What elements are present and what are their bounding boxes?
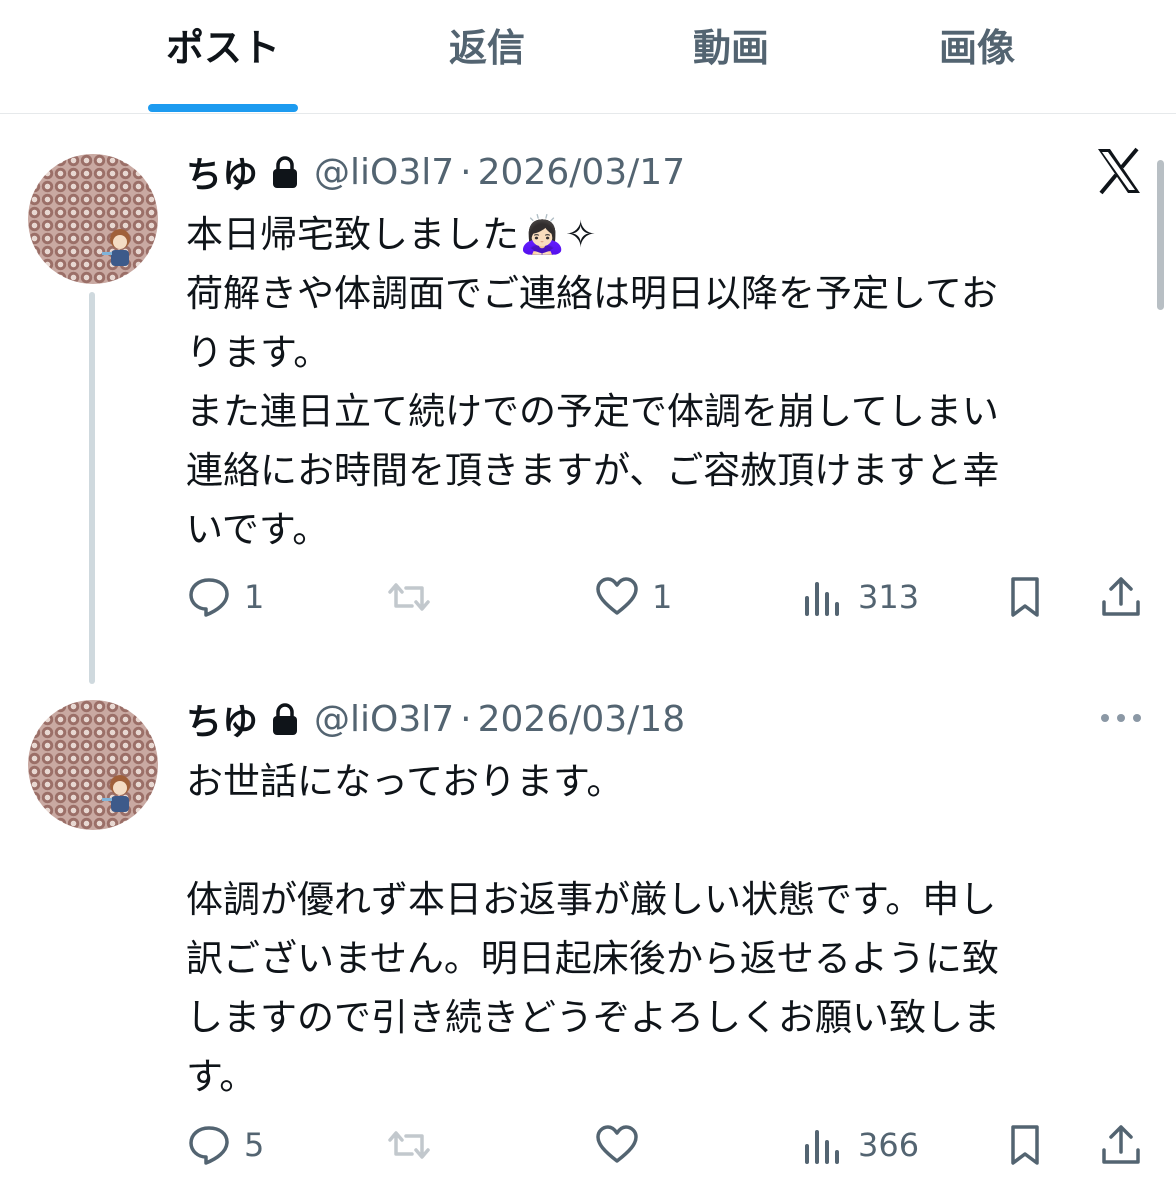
- repost-icon: [388, 1131, 430, 1159]
- avatar[interactable]: [28, 700, 158, 830]
- post-header: ちゆ @liO3l7 · 2026/03/18: [186, 694, 685, 744]
- views-button[interactable]: 313: [800, 572, 919, 622]
- reply-button[interactable]: 5: [186, 1120, 264, 1170]
- avatar[interactable]: [28, 154, 158, 284]
- repost-button[interactable]: [386, 572, 432, 622]
- x-logo-icon: [1098, 147, 1140, 195]
- like-count: 1: [652, 578, 673, 616]
- more-icon[interactable]: [1098, 706, 1144, 730]
- post-text: お世話になっております。 体調が優れず本日お返事が厳しい状態です。申し 訳ござい…: [186, 760, 1000, 1098]
- bookmark-icon: [1011, 1125, 1039, 1165]
- reply-count: 1: [244, 578, 265, 616]
- thread-connector-line: [89, 292, 95, 684]
- reply-button[interactable]: 1: [186, 572, 264, 622]
- repost-icon: [388, 583, 430, 611]
- share-icon: [1102, 577, 1140, 616]
- avatar-character-icon: [102, 775, 130, 812]
- view-count: 313: [858, 578, 920, 616]
- post-header: ちゆ @liO3l7 · 2026/03/17: [186, 147, 685, 197]
- like-button[interactable]: 1: [594, 572, 672, 622]
- lock-icon: [273, 156, 298, 188]
- views-icon: [805, 582, 839, 616]
- avatar-character-icon: [102, 229, 130, 266]
- reply-icon: [189, 1126, 229, 1165]
- user-handle[interactable]: @liO3l7: [314, 152, 454, 193]
- post-text: 本日帰宅致しました🙇🏻‍♀️✧ 荷解きや体調面でご連絡は明日以降を予定してお り…: [186, 213, 1000, 551]
- heart-icon: [596, 577, 638, 615]
- display-name[interactable]: ちゆ: [186, 146, 258, 198]
- post-1[interactable]: ちゆ @liO3l7 · 2026/03/17 本日帰宅致しました🙇🏻‍♀️✧ …: [0, 0, 1176, 684]
- view-count: 366: [858, 1126, 920, 1164]
- repost-button[interactable]: [386, 1120, 432, 1170]
- post-date[interactable]: 2026/03/17: [478, 152, 686, 193]
- bookmark-button[interactable]: [1002, 1120, 1048, 1170]
- views-icon: [805, 1130, 839, 1164]
- post-actions: 1 1 313: [186, 572, 1146, 622]
- reply-icon: [189, 578, 229, 617]
- bookmark-icon: [1011, 577, 1039, 617]
- share-button[interactable]: [1098, 1120, 1144, 1170]
- heart-icon: [596, 1125, 638, 1163]
- post-date[interactable]: 2026/03/18: [478, 699, 686, 740]
- bookmark-button[interactable]: [1002, 572, 1048, 622]
- reply-count: 5: [244, 1126, 265, 1164]
- lock-icon: [273, 703, 298, 735]
- display-name[interactable]: ちゆ: [186, 693, 258, 745]
- user-handle[interactable]: @liO3l7: [314, 699, 454, 740]
- views-button[interactable]: 366: [800, 1120, 919, 1170]
- share-icon: [1102, 1125, 1140, 1164]
- share-button[interactable]: [1098, 572, 1144, 622]
- dot-separator: ·: [460, 151, 472, 193]
- post-actions: 5 366: [186, 1120, 1146, 1170]
- dot-separator: ·: [460, 698, 472, 740]
- like-button[interactable]: [594, 1120, 640, 1170]
